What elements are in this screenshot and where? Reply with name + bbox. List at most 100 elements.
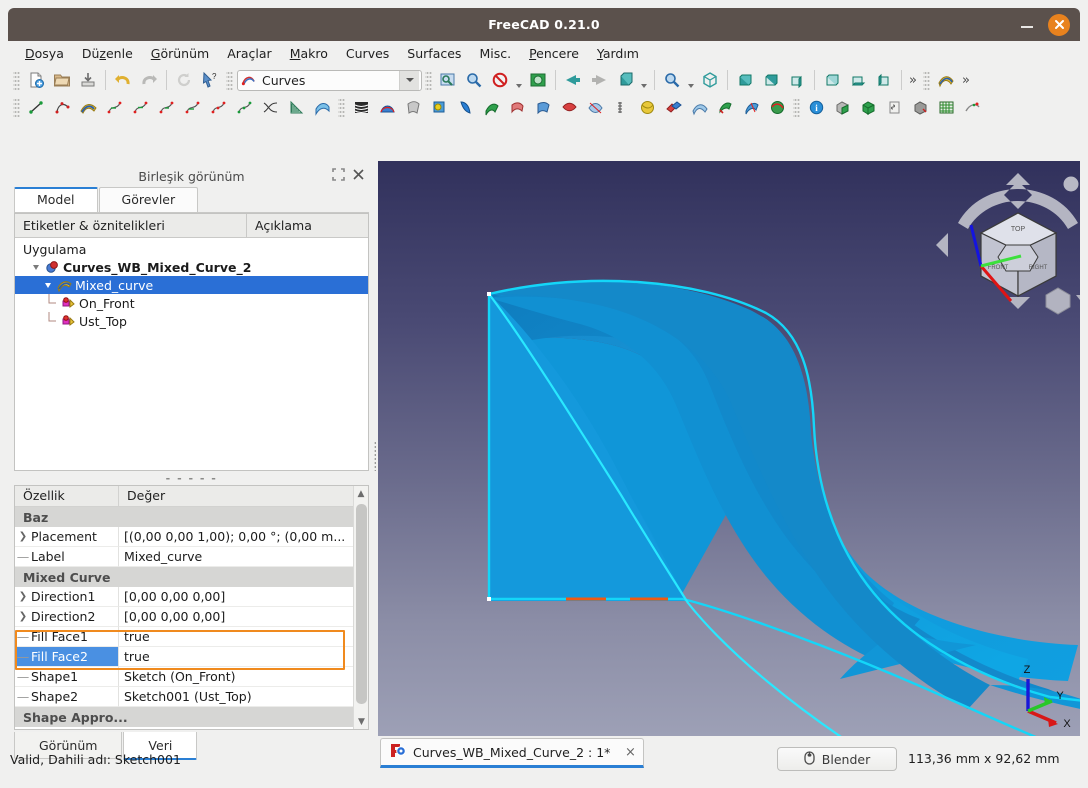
property-value[interactable]: true (119, 627, 353, 647)
zoom-icon[interactable] (659, 68, 685, 92)
chevron-down-icon[interactable] (685, 68, 697, 92)
property-value[interactable]: [(0,00 0,00 1,00); 0,00 °; (0,00 m... (119, 527, 353, 547)
grid-icon[interactable] (933, 95, 959, 119)
property-row-fill-face1[interactable]: — Fill Face1 true (15, 627, 353, 647)
blend-curve-icon[interactable] (257, 95, 283, 119)
toolbar-overflow-icon[interactable]: » (959, 73, 973, 88)
3d-viewport[interactable]: TOP FRONT RIGHT Z Y X (378, 161, 1080, 736)
property-value[interactable]: [0,00 0,00 0,00] (119, 587, 353, 607)
menu-makro[interactable]: Makro (281, 43, 337, 64)
sublink-icon[interactable] (478, 95, 504, 119)
box-green-icon[interactable] (829, 95, 855, 119)
fit-all-icon[interactable] (435, 68, 461, 92)
open-document-icon[interactable] (49, 68, 75, 92)
chevron-down-icon[interactable] (399, 70, 419, 90)
menu-surfaces[interactable]: Surfaces (398, 43, 470, 64)
trim-face-icon[interactable] (504, 95, 530, 119)
join-curve-icon[interactable] (127, 95, 153, 119)
mixed-curve-icon[interactable] (75, 95, 101, 119)
tree-item-on-front[interactable]: On_Front (15, 294, 368, 312)
zoom-box-icon[interactable] (461, 68, 487, 92)
menu-dosya[interactable]: Dosya (16, 43, 73, 64)
expand-icon[interactable] (332, 168, 345, 184)
save-document-icon[interactable] (75, 68, 101, 92)
tab-gorevler[interactable]: Görevler (98, 187, 199, 212)
right-view-icon[interactable] (784, 68, 810, 92)
toolbar-grip[interactable] (338, 97, 345, 117)
toolbar-grip[interactable] (13, 97, 20, 117)
hooks-icon[interactable] (608, 95, 634, 119)
cube-green-icon[interactable] (855, 95, 881, 119)
info-icon[interactable]: i (803, 95, 829, 119)
new-document-icon[interactable] (23, 68, 49, 92)
cube-dark-icon[interactable] (907, 95, 933, 119)
property-row-placement[interactable]: ❯ Placement [(0,00 0,00 1,00); 0,00 °; (… (15, 527, 353, 547)
multi-loft-icon[interactable] (660, 95, 686, 119)
menu-pencere[interactable]: Pencere (520, 43, 588, 64)
paste-icon[interactable] (712, 95, 738, 119)
tree-item-ust-top[interactable]: Ust_Top (15, 312, 368, 330)
panel-splitter[interactable]: - - - - - (14, 471, 369, 485)
toolbar-grip[interactable] (13, 70, 20, 90)
menu-yardim[interactable]: Yardım (588, 43, 648, 64)
close-icon[interactable] (1048, 13, 1070, 36)
whats-this-icon[interactable]: ? (197, 68, 223, 92)
split-curve-icon[interactable] (153, 95, 179, 119)
tab-model[interactable]: Model (14, 187, 98, 212)
menu-araclar[interactable]: Araçlar (218, 43, 281, 64)
line-icon[interactable] (23, 95, 49, 119)
profile-support-icon[interactable] (452, 95, 478, 119)
top-view-icon[interactable] (758, 68, 784, 92)
toolbar-overflow-icon[interactable]: » (906, 73, 920, 88)
property-value[interactable]: [0,00 0,00 0,00] (119, 607, 353, 627)
chevron-down-icon[interactable] (513, 68, 525, 92)
axonometric-icon[interactable] (697, 68, 723, 92)
zebra-icon[interactable] (309, 95, 335, 119)
property-name[interactable]: — Shape1 (15, 667, 119, 687)
toolbar-grip[interactable] (793, 97, 800, 117)
property-name[interactable]: ❯ Direction1 (15, 587, 119, 607)
property-name[interactable]: ❯ Placement (15, 527, 119, 547)
property-row-shape2[interactable]: — Shape2 Sketch001 (Ust_Top) (15, 687, 353, 707)
property-row-shape1[interactable]: — Shape1 Sketch (On_Front) (15, 667, 353, 687)
surface-icon[interactable] (686, 95, 712, 119)
polyline-icon[interactable] (49, 95, 75, 119)
solid-icon[interactable] (582, 95, 608, 119)
property-value[interactable]: Sketch (On_Front) (119, 667, 353, 687)
toolbar-grip[interactable] (922, 70, 930, 90)
segment-surface-icon[interactable] (530, 95, 556, 119)
clipboard-icon[interactable] (881, 95, 907, 119)
close-icon[interactable] (352, 168, 365, 184)
front-view-icon[interactable] (732, 68, 758, 92)
mixed-curve-icon[interactable] (933, 68, 959, 92)
property-row-fill-face2[interactable]: — Fill Face2 true (15, 647, 353, 667)
property-row-direction1[interactable]: ❯ Direction1 [0,00 0,00 0,00] (15, 587, 353, 607)
property-name[interactable]: — Fill Face1 (15, 627, 119, 647)
property-name[interactable]: ❯ Direction2 (15, 607, 119, 627)
menu-misc[interactable]: Misc. (470, 43, 520, 64)
isocurve-icon[interactable] (374, 95, 400, 119)
scroll-up-icon[interactable]: ▲ (354, 486, 368, 501)
sketch-on-surface-icon[interactable] (400, 95, 426, 119)
expander-icon[interactable] (29, 264, 43, 270)
rear-view-icon[interactable] (819, 68, 845, 92)
menu-curves[interactable]: Curves (337, 43, 398, 64)
property-row-direction2[interactable]: ❯ Direction2 [0,00 0,00 0,00] (15, 607, 353, 627)
forward-view-nav-icon[interactable] (586, 68, 612, 92)
refresh-icon[interactable] (171, 68, 197, 92)
property-row-label[interactable]: — Label Mixed_curve (15, 547, 353, 567)
menu-gorunum[interactable]: Görünüm (142, 43, 218, 64)
reflect-lines-icon[interactable] (959, 95, 985, 119)
property-name[interactable]: — Shape2 (15, 687, 119, 707)
expander-icon[interactable]: ❯ (15, 591, 31, 602)
bottom-view-icon[interactable] (845, 68, 871, 92)
comb-plot-icon[interactable] (283, 95, 309, 119)
gordon-surface-icon[interactable] (348, 95, 374, 119)
pipeshell-icon[interactable] (426, 95, 452, 119)
draw-style-icon[interactable] (487, 68, 513, 92)
flatten-face-icon[interactable] (556, 95, 582, 119)
toolbar-grip[interactable] (226, 70, 233, 90)
blend-solid-icon[interactable] (738, 95, 764, 119)
property-value[interactable]: true (119, 647, 353, 667)
property-value[interactable]: Sketch001 (Ust_Top) (119, 687, 353, 707)
